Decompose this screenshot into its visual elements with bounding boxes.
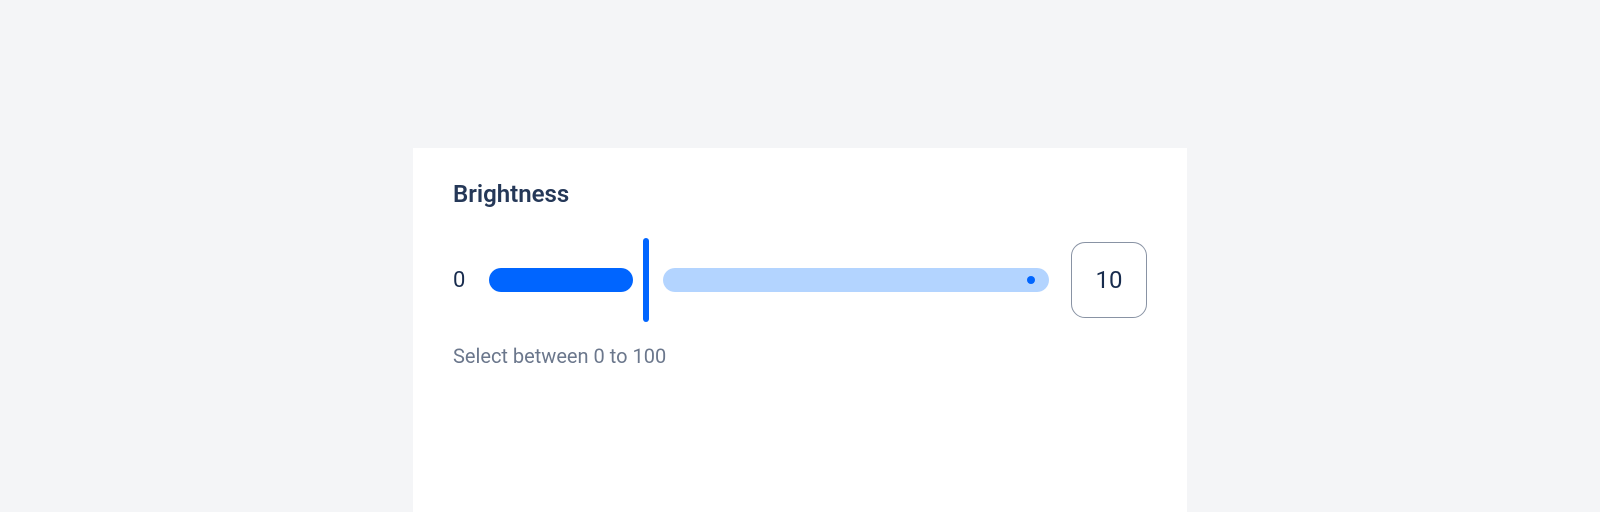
slider-row: 0 10 xyxy=(453,238,1147,322)
slider-card: Brightness 0 10 Select between 0 to 100 xyxy=(413,148,1187,512)
slider-min-label: 0 xyxy=(453,268,467,293)
slider-max-dot xyxy=(1027,276,1035,284)
brightness-slider[interactable] xyxy=(489,238,1049,322)
slider-thumb[interactable] xyxy=(643,238,649,322)
slider-value-input[interactable]: 10 xyxy=(1071,242,1147,318)
slider-track xyxy=(489,268,1049,292)
slider-track-background xyxy=(663,268,1049,292)
slider-track-fill xyxy=(489,268,633,292)
slider-label: Brightness xyxy=(453,180,1147,208)
slider-help-text: Select between 0 to 100 xyxy=(453,344,1147,368)
